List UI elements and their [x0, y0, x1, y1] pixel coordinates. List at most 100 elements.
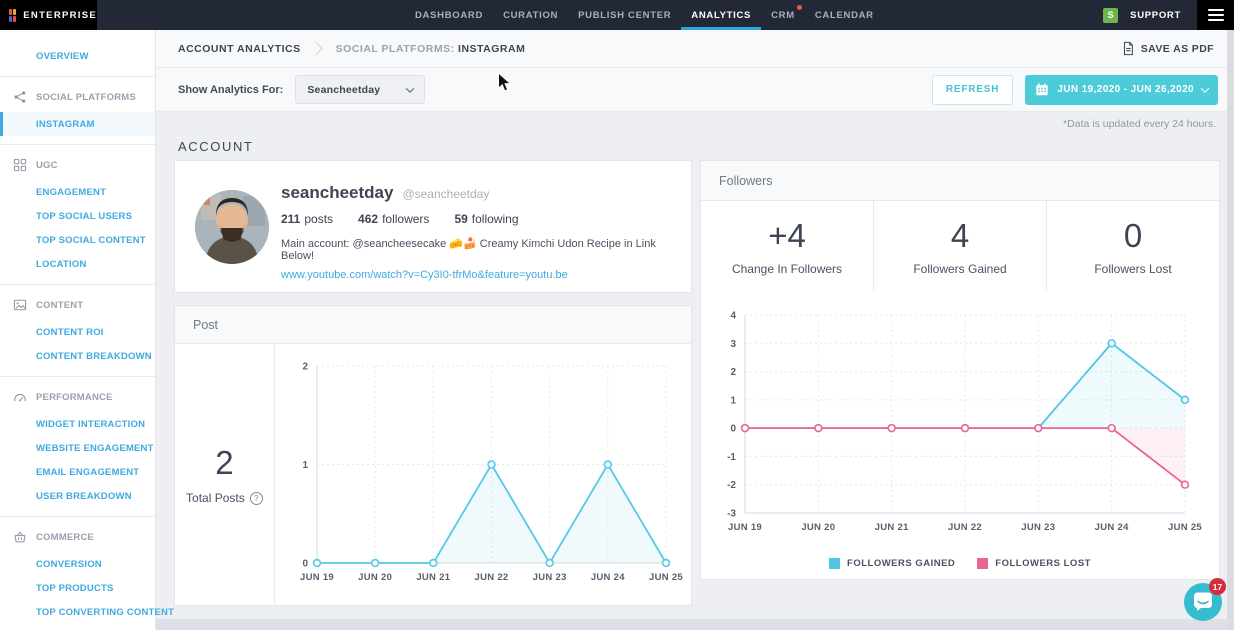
total-posts-value: 2 — [215, 444, 233, 482]
sidebar-item-email-engagement[interactable]: EMAIL ENGAGEMENT — [0, 460, 155, 484]
account-stat-posts: 211posts — [281, 212, 333, 226]
chevron-down-icon — [406, 84, 414, 92]
sidebar-section-social-platforms: SOCIAL PLATFORMS — [0, 85, 155, 109]
svg-text:JUN 25: JUN 25 — [1168, 522, 1202, 533]
account-stat-following: 59following — [454, 212, 518, 226]
sidebar-item-shoppable-instagram[interactable]: SHOPPABLE INSTAGRAM — [0, 624, 155, 630]
sidebar-item-content-breakdown[interactable]: CONTENT BREAKDOWN — [0, 344, 155, 368]
basket-icon — [13, 530, 27, 544]
sidebar: OVERVIEW SOCIAL PLATFORMS INSTAGRAM UGC ENGA… — [0, 30, 156, 630]
nav-item-publish-center[interactable]: PUBLISH CENTER — [568, 0, 681, 30]
account-bio-link[interactable]: www.youtube.com/watch?v=Cy3I0-tfrMo&feat… — [281, 269, 681, 281]
sidebar-item-user-breakdown[interactable]: USER BREAKDOWN — [0, 484, 155, 508]
gauge-icon — [13, 390, 27, 404]
analytics-controls-bar: Show Analytics For: Seancheetday REFRESH… — [156, 68, 1234, 112]
sidebar-divider — [0, 284, 155, 285]
sidebar-item-widget-interaction[interactable]: WIDGET INTERACTION — [0, 412, 155, 436]
sidebar-section-performance: PERFORMANCE — [0, 385, 155, 409]
svg-text:JUN 24: JUN 24 — [591, 572, 625, 583]
sidebar-item-location[interactable]: LOCATION — [0, 252, 155, 276]
post-panel-body: 2 Total Posts ? 012JUN 19JUN 20JUN 21JUN… — [175, 344, 691, 605]
sidebar-item-website-engagement[interactable]: WEBSITE ENGAGEMENT — [0, 436, 155, 460]
legend-item-followers-lost[interactable]: FOLLOWERS LOST — [977, 558, 1091, 569]
sidebar-section-title: SOCIAL PLATFORMS — [36, 92, 136, 103]
hamburger-menu-icon[interactable] — [1197, 0, 1234, 30]
sidebar-item-top-converting-content[interactable]: TOP CONVERTING CONTENT — [0, 600, 155, 624]
save-as-pdf-button[interactable]: SAVE AS PDF — [1121, 41, 1214, 56]
svg-text:1: 1 — [302, 460, 308, 471]
svg-text:JUN 22: JUN 22 — [948, 522, 982, 533]
sidebar-item-top-social-users[interactable]: TOP SOCIAL USERS — [0, 204, 155, 228]
support-link[interactable]: SUPPORT — [1130, 10, 1181, 21]
nav-item-crm[interactable]: CRM — [761, 0, 805, 30]
total-posts-stat: 2 Total Posts ? — [175, 344, 275, 605]
chat-widget-button[interactable]: 17 — [1184, 583, 1222, 621]
account-info: seancheetday @seancheetday 211posts462fo… — [281, 183, 681, 281]
svg-text:3: 3 — [730, 339, 736, 350]
legend-swatch-icon — [829, 558, 840, 569]
date-range-picker-button[interactable]: JUN 19,2020 - JUN 26,2020 — [1025, 75, 1218, 105]
svg-text:-2: -2 — [727, 480, 736, 491]
account-stat-followers: 462followers — [358, 212, 429, 226]
stat-value: +4 — [768, 217, 806, 255]
nav-item-curation[interactable]: CURATION — [493, 0, 568, 30]
sidebar-item-engagement[interactable]: ENGAGEMENT — [0, 180, 155, 204]
account-username: seancheetday — [281, 183, 393, 203]
total-posts-label: Total Posts ? — [186, 491, 263, 505]
share-icon — [13, 90, 27, 104]
svg-text:JUN 19: JUN 19 — [300, 572, 334, 583]
svg-text:JUN 21: JUN 21 — [416, 572, 450, 583]
sidebar-divider — [0, 76, 155, 77]
calendar-icon — [1035, 82, 1049, 97]
svg-text:JUN 23: JUN 23 — [532, 572, 566, 583]
image-icon — [13, 298, 27, 312]
sidebar-item-instagram[interactable]: INSTAGRAM — [0, 112, 155, 136]
sidebar-item-content-roi[interactable]: CONTENT ROI — [0, 320, 155, 344]
user-avatar-badge[interactable]: S — [1103, 8, 1118, 23]
sidebar-item-top-products[interactable]: TOP PRODUCTS — [0, 576, 155, 600]
breadcrumb-account-analytics[interactable]: ACCOUNT ANALYTICS — [178, 43, 301, 55]
sidebar-section-content: CONTENT — [0, 293, 155, 317]
stat-label: Change In Followers — [732, 262, 842, 276]
sidebar-section-title: COMMERCE — [36, 532, 94, 543]
sidebar-divider — [0, 516, 155, 517]
posts-line-chart[interactable]: 012JUN 19JUN 20JUN 21JUN 22JUN 23JUN 24J… — [275, 344, 691, 605]
chevron-down-icon — [1201, 84, 1209, 92]
followers-panel-header: Followers — [701, 161, 1219, 201]
nav-item-dashboard[interactable]: DASHBOARD — [405, 0, 493, 30]
legend-item-followers-gained[interactable]: FOLLOWERS GAINED — [829, 558, 955, 569]
legend-label: FOLLOWERS LOST — [995, 558, 1091, 569]
sidebar-divider — [0, 144, 155, 145]
stat-label: Followers Lost — [1094, 262, 1171, 276]
data-update-note: *Data is updated every 24 hours. — [1063, 118, 1216, 130]
followers-line-chart[interactable]: 43210-1-2-3JUN 19JUN 20JUN 21JUN 22JUN 2… — [701, 291, 1219, 547]
info-tooltip-icon[interactable]: ? — [250, 492, 263, 505]
nav-item-analytics[interactable]: ANALYTICS — [681, 0, 761, 30]
svg-text:2: 2 — [730, 367, 736, 378]
breadcrumb-current: SOCIAL PLATFORMS: INSTAGRAM — [336, 43, 526, 55]
followers-stat-followers-gained: 4Followers Gained — [873, 201, 1046, 291]
svg-text:JUN 23: JUN 23 — [1021, 522, 1055, 533]
breadcrumb: ACCOUNT ANALYTICS SOCIAL PLATFORMS: INST… — [156, 30, 1234, 68]
nav-item-calendar[interactable]: CALENDAR — [805, 0, 884, 30]
refresh-button[interactable]: REFRESH — [932, 75, 1013, 105]
profile-photo-image — [195, 190, 269, 264]
sidebar-section-title: CONTENT — [36, 300, 83, 311]
followers-stat-change-in-followers: +4 Change In Followers — [701, 201, 873, 291]
crm-notification-dot — [797, 5, 802, 10]
app-root: ENTERPRISE DASHBOARDCURATIONPUBLISH CENT… — [0, 0, 1234, 630]
sidebar-item-conversion[interactable]: CONVERSION — [0, 552, 155, 576]
account-select-dropdown[interactable]: Seancheetday — [295, 75, 425, 104]
sidebar-item-overview[interactable]: OVERVIEW — [0, 44, 155, 68]
brand-logo[interactable]: ENTERPRISE — [0, 0, 97, 30]
svg-text:JUN 24: JUN 24 — [1095, 522, 1129, 533]
account-stats-row: 211posts 462followers 59following — [281, 212, 681, 226]
brand-name: ENTERPRISE — [23, 10, 97, 21]
sidebar-item-top-social-content[interactable]: TOP SOCIAL CONTENT — [0, 228, 155, 252]
scrollbar-track[interactable] — [1227, 30, 1234, 630]
show-analytics-for-label: Show Analytics For: — [178, 84, 283, 96]
breadcrumb-chevron-icon — [310, 42, 323, 55]
sidebar-section-title: UGC — [36, 160, 58, 171]
svg-text:JUN 21: JUN 21 — [875, 522, 909, 533]
legend-label: FOLLOWERS GAINED — [847, 558, 955, 569]
